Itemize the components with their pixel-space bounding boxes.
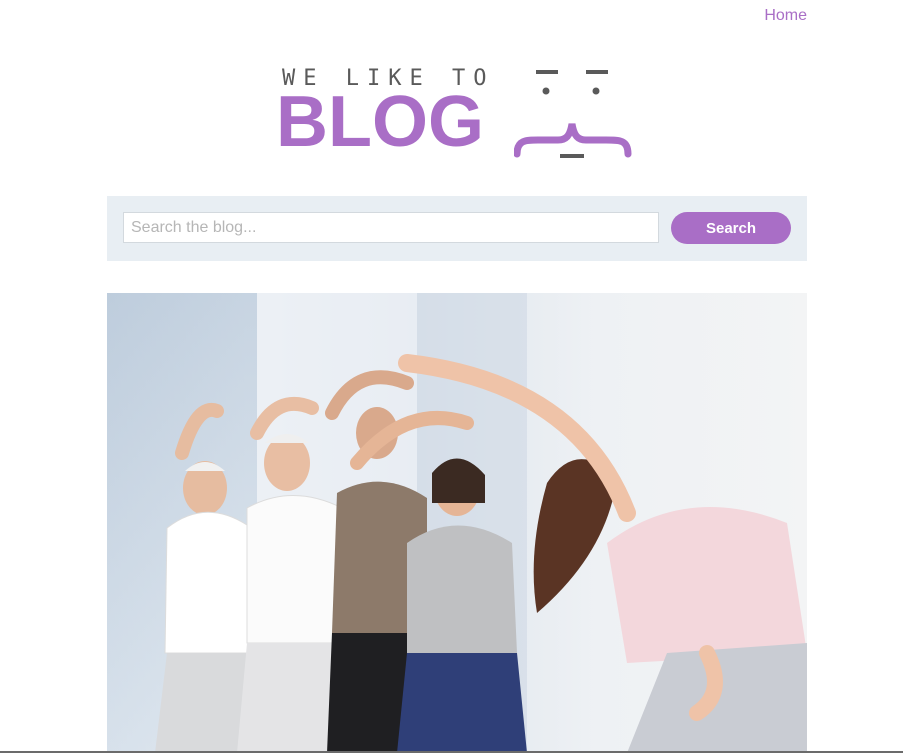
search-button[interactable]: Search bbox=[671, 212, 791, 244]
logo-face-icon bbox=[514, 70, 632, 158]
logo-wordmark: BLOG bbox=[276, 82, 484, 162]
nav-home-link[interactable]: Home bbox=[764, 7, 807, 25]
hero-photo-illustration bbox=[107, 293, 807, 753]
search-panel: Search bbox=[107, 196, 807, 261]
search-input[interactable] bbox=[123, 212, 659, 243]
hero-image bbox=[107, 293, 807, 753]
page: Home WE LIKE TO BLOG Search bbox=[0, 0, 903, 753]
site-logo[interactable]: WE LIKE TO BLOG bbox=[276, 62, 638, 166]
